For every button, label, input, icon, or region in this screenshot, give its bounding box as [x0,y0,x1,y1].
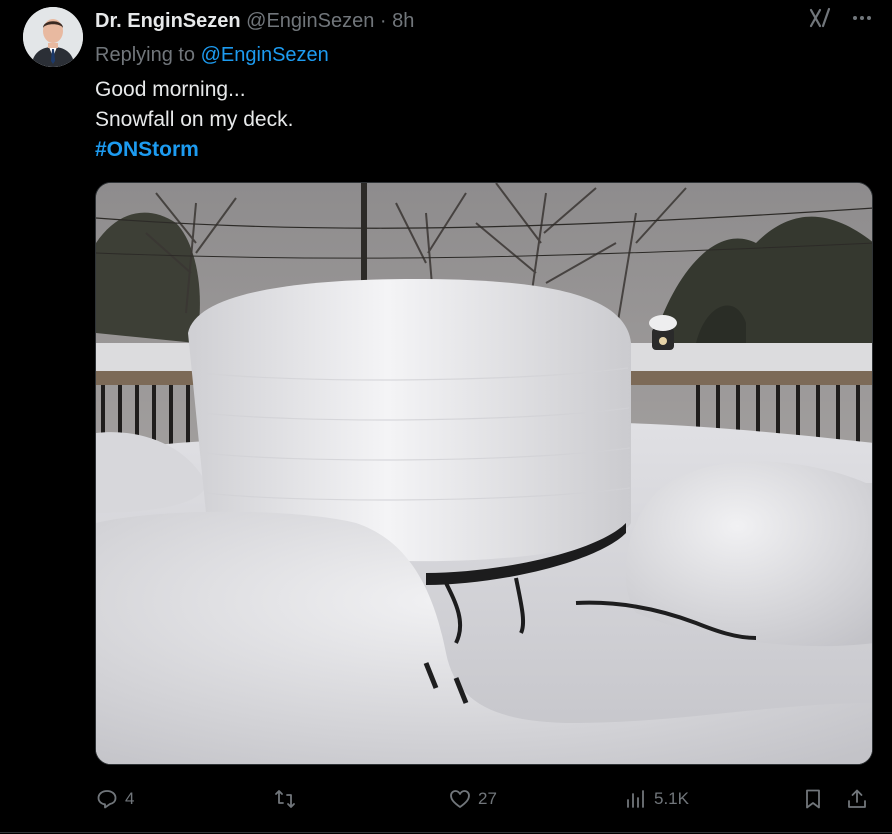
grok-icon[interactable] [808,6,832,30]
like-icon [448,787,472,811]
replying-to: Replying to @EnginSezen [95,42,329,68]
tweet-text-line: Snowfall on my deck. [95,108,294,131]
replying-prefix: Replying to [95,44,196,66]
replying-mention-link[interactable]: @EnginSezen [201,44,329,66]
like-button[interactable]: 27 [448,784,497,814]
tweet-photo[interactable] [95,182,873,765]
separator-dot: · [379,10,387,32]
reply-icon [95,787,119,811]
reply-button[interactable]: 4 [95,784,134,814]
like-count: 27 [478,789,497,808]
tweet-divider [0,832,892,833]
tweet-text: Good morning... Snowfall on my deck. #ON… [95,75,293,165]
views-icon [624,787,648,811]
repost-icon [273,787,297,811]
display-name[interactable]: Dr. EnginSezen [95,10,241,32]
user-handle[interactable]: @EnginSezen [246,10,374,32]
timestamp[interactable]: 8h [392,10,414,32]
bookmark-icon [801,787,825,811]
tweet[interactable]: Dr. EnginSezen @EnginSezen · 8h Replying… [0,0,892,834]
tweet-actions: 4 27 5.1K [95,784,873,816]
bookmark-button[interactable] [801,784,825,814]
repost-button[interactable] [273,784,303,814]
share-button[interactable] [845,784,869,814]
tweet-text-line: Good morning... [95,78,246,101]
tweet-header: Dr. EnginSezen @EnginSezen · 8h [95,8,414,34]
avatar[interactable] [23,7,83,67]
reply-count: 4 [125,789,135,808]
views-count: 5.1K [654,789,689,808]
share-icon [845,787,869,811]
snow-deck-photo [96,183,872,764]
tweet-top-actions [808,6,874,30]
more-icon[interactable] [850,6,874,30]
hashtag-link[interactable]: #ONStorm [95,135,293,165]
views-button[interactable]: 5.1K [624,784,689,814]
